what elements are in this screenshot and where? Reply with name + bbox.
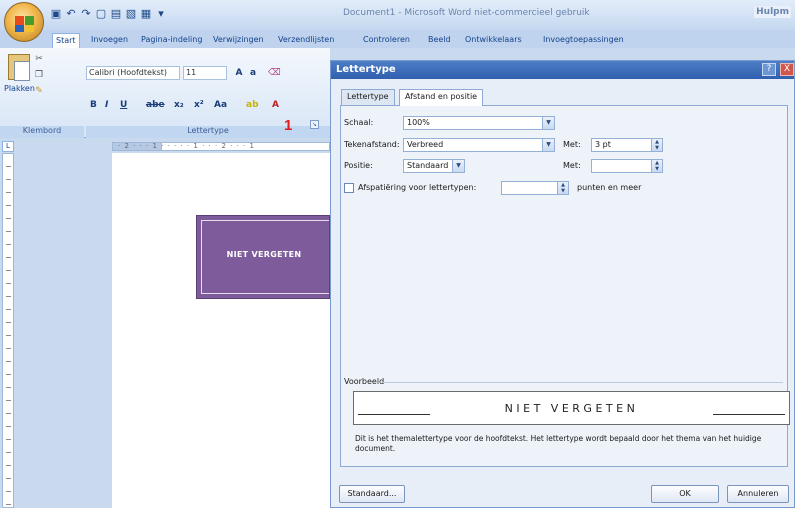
quick-print-icon[interactable]: ▦ — [140, 8, 152, 20]
spacing-select[interactable]: Verbreed ▼ — [403, 138, 555, 152]
font-dialog: Lettertype ? X Lettertype Afstand en pos… — [330, 60, 795, 508]
title-bar: ▣ ↶ ↷ ▢ ▤ ▧ ▦ ▾ Document1 - Microsoft Wo… — [0, 0, 795, 30]
format-painter-icon[interactable]: ✎ — [34, 86, 44, 96]
ruler-ticks — [6, 154, 11, 507]
save-icon[interactable]: ▣ — [50, 8, 62, 20]
kerning-label: Afspatiëring voor lettertypen: — [358, 183, 477, 192]
spinner-icon[interactable]: ▲ ▼ — [651, 160, 662, 172]
horizontal-ruler[interactable]: · 2 · · · 1 · · · · · 1 · · · 2 · · · 1 — [0, 139, 330, 153]
tab-start[interactable]: Start — [52, 33, 80, 48]
customize-qat-icon[interactable]: ▾ — [155, 8, 167, 20]
strikethrough-icon[interactable]: abe — [146, 98, 165, 112]
tab-pagina-indeling[interactable]: Pagina-indeling — [138, 33, 205, 48]
default-button[interactable]: Standaard... — [339, 485, 405, 503]
spinner-icon[interactable]: ▲ ▼ — [651, 139, 662, 151]
kerning-suffix: punten en meer — [577, 183, 642, 192]
scale-value: 100% — [407, 118, 430, 127]
quick-access-toolbar: ▣ ↶ ↷ ▢ ▤ ▧ ▦ ▾ — [50, 5, 167, 23]
highlight-icon[interactable]: ab — [246, 98, 259, 112]
tab-lettertype[interactable]: Lettertype — [341, 89, 395, 105]
help-link[interactable]: Hulpm — [754, 6, 791, 18]
tab-afstand-en-positie[interactable]: Afstand en positie — [399, 89, 484, 106]
print-preview-icon[interactable]: ▧ — [125, 8, 137, 20]
dialog-title: Lettertype — [336, 64, 396, 75]
window-title: Document1 - Microsoft Word niet-commerci… — [343, 8, 590, 18]
font-name-box[interactable]: Calibri (Hoofdtekst) — [86, 66, 180, 80]
tab-verwijzingen[interactable]: Verwijzingen — [210, 33, 267, 48]
subscript-icon[interactable]: x₂ — [174, 98, 184, 112]
text-box-shape[interactable]: NIET VERGETEN — [196, 215, 330, 299]
undo-icon[interactable]: ↶ — [65, 8, 77, 20]
font-dialog-launcher-icon[interactable]: ↘ — [310, 120, 319, 129]
spacing-value: Verbreed — [407, 140, 444, 149]
font-color-icon[interactable]: A — [272, 98, 279, 112]
preview-description: Dit is het themalettertype voor de hoofd… — [355, 434, 762, 453]
new-document-icon[interactable]: ▢ — [95, 8, 107, 20]
tab-invoegen[interactable]: Invoegen — [88, 33, 131, 48]
spacing-label: Tekenafstand: — [344, 140, 400, 149]
spinner-icon[interactable]: ▲ ▼ — [557, 182, 568, 194]
cancel-button[interactable]: Annuleren — [727, 485, 789, 503]
position-by-input[interactable]: ▲ ▼ — [591, 159, 663, 173]
tab-beeld[interactable]: Beeld — [425, 33, 454, 48]
help-icon[interactable]: ? — [762, 63, 776, 76]
chevron-down-icon[interactable]: ▼ — [542, 117, 554, 129]
office-button[interactable] — [4, 2, 44, 42]
close-icon[interactable]: X — [780, 63, 794, 76]
tab-verzendlijsten[interactable]: Verzendlijsten — [275, 33, 337, 48]
shrink-font-icon[interactable]: a — [248, 68, 258, 78]
bold-icon[interactable]: B — [90, 98, 97, 112]
chevron-down-icon[interactable]: ▼ — [542, 139, 554, 151]
text-box-text[interactable]: NIET VERGETEN — [197, 250, 331, 259]
position-select[interactable]: Standaard ▼ — [403, 159, 465, 173]
preview-text: NIET VERGETEN — [504, 402, 639, 415]
tab-ontwikkelaars[interactable]: Ontwikkelaars — [462, 33, 525, 48]
group-clipboard-label: Klembord — [0, 126, 84, 138]
position-label: Positie: — [344, 161, 373, 170]
preview-label: Voorbeeld — [344, 377, 385, 386]
clear-formatting-icon[interactable]: ⌫ — [268, 68, 281, 78]
position-value: Standaard — [407, 161, 449, 170]
spacing-by-value: 3 pt — [595, 140, 611, 149]
dialog-title-bar[interactable]: Lettertype ? X — [331, 61, 794, 79]
office-logo-icon — [15, 16, 34, 32]
underline-icon[interactable]: U — [120, 98, 127, 112]
preview-divider — [383, 382, 783, 383]
grow-font-icon[interactable]: A — [234, 68, 244, 78]
ribbon-tab-strip: Start Invoegen Pagina-indeling Verwijzin… — [0, 30, 795, 48]
spacing-by-label: Met: — [563, 140, 581, 149]
spacing-by-input[interactable]: 3 pt ▲ ▼ — [591, 138, 663, 152]
annotation-number: 1 — [284, 117, 293, 134]
document-page[interactable] — [112, 153, 330, 508]
italic-icon[interactable]: I — [105, 98, 108, 112]
chevron-down-icon[interactable]: ▼ — [452, 160, 464, 172]
redo-icon[interactable]: ↷ — [80, 8, 92, 20]
position-by-label: Met: — [563, 161, 581, 170]
superscript-icon[interactable]: x² — [194, 98, 204, 112]
kerning-checkbox[interactable] — [344, 183, 354, 193]
kerning-points-input[interactable]: ▲ ▼ — [501, 181, 569, 195]
tab-selector-icon[interactable]: L — [2, 141, 14, 152]
open-folder-icon[interactable]: ▤ — [110, 8, 122, 20]
group-font-label: Lettertype — [86, 126, 330, 138]
scale-label: Schaal: — [344, 118, 374, 127]
ribbon-panel — [0, 48, 330, 138]
preview-box: NIET VERGETEN — [353, 391, 790, 425]
cut-icon[interactable]: ✂ — [34, 54, 44, 64]
ruler-marks: · 2 · · · 1 · · · · · 1 · · · 2 · · · 1 — [118, 142, 255, 150]
tab-controleren[interactable]: Controleren — [360, 33, 413, 48]
tab-invoegtoepassingen[interactable]: Invoegtoepassingen — [540, 33, 627, 48]
copy-icon[interactable]: ❐ — [34, 70, 44, 80]
vertical-ruler[interactable] — [2, 153, 14, 508]
change-case-icon[interactable]: Aa — [214, 98, 227, 112]
paste-icon[interactable] — [8, 54, 30, 81]
ok-button[interactable]: OK — [651, 485, 719, 503]
paste-label[interactable]: Plakken — [4, 84, 35, 93]
font-size-box[interactable]: 11 — [183, 66, 227, 80]
scale-select[interactable]: 100% ▼ — [403, 116, 555, 130]
